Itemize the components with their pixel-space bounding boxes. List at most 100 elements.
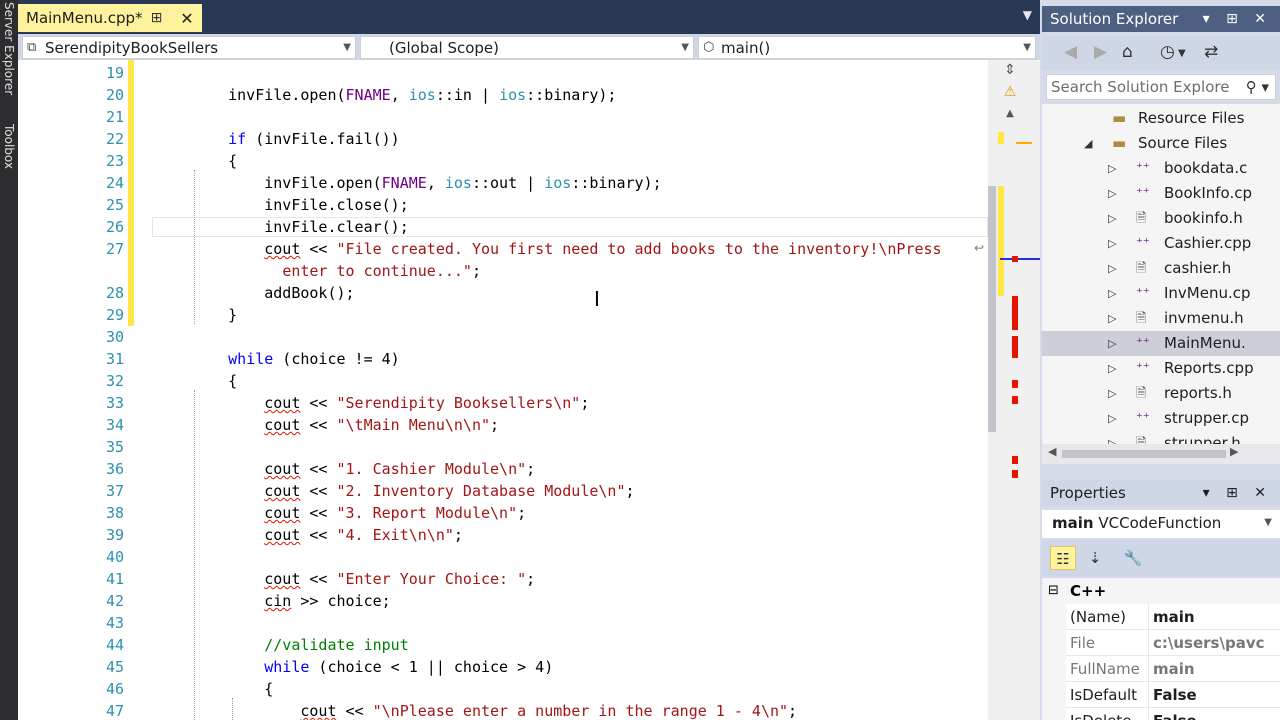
code-line[interactable]: 39 cout << "4. Exit\n\n"; — [18, 524, 988, 546]
switch-views-icon[interactable]: ⇄ — [1204, 42, 1218, 62]
tree-item[interactable]: ▷ ⁺⁺ BookInfo.cp — [1042, 181, 1280, 206]
expand-icon[interactable]: ▷ — [1108, 431, 1116, 444]
property-grid[interactable]: ⊟ C++ (Name) main File c:\users\pavc FullNam… — [1042, 578, 1280, 720]
collapse-icon[interactable]: ⊟ — [1048, 578, 1059, 604]
expand-icon[interactable]: ▷ — [1108, 256, 1116, 281]
forward-icon[interactable]: ▶ — [1094, 42, 1107, 62]
back-icon[interactable]: ◀ — [1064, 42, 1077, 62]
property-value[interactable]: False — [1148, 708, 1278, 720]
solution-tree[interactable]: ▬ Resource Files ◢ ▬ Source Files ▷ ⁺⁺ bookdata… — [1042, 104, 1280, 444]
code-line[interactable]: 29 } — [18, 304, 988, 326]
property-pages-icon[interactable]: 🔧 — [1120, 546, 1146, 570]
collapse-icon[interactable]: ◢ — [1084, 131, 1092, 156]
editor-vertical-scrollbar[interactable]: ⇕ ⚠ ▲ — [988, 60, 1040, 720]
tree-item[interactable]: ▬ Resource Files — [1042, 106, 1280, 131]
code-line[interactable]: 32 { — [18, 370, 988, 392]
code-line[interactable]: 41 cout << "Enter Your Choice: "; — [18, 568, 988, 590]
expand-icon[interactable]: ▷ — [1108, 331, 1116, 356]
scroll-thumb[interactable] — [988, 186, 996, 432]
code-line[interactable]: 46 { — [18, 678, 988, 700]
code-line[interactable]: enter to continue..."; — [18, 260, 988, 282]
property-value[interactable]: c:\users\pavc — [1148, 630, 1278, 656]
code-editor[interactable]: 19 20 invFile.open(FNAME, ios::in | ios::… — [18, 60, 988, 720]
expand-icon[interactable]: ▷ — [1108, 381, 1116, 406]
expand-icon[interactable]: ▷ — [1108, 281, 1116, 306]
code-line[interactable]: 21 — [18, 106, 988, 128]
property-row[interactable]: (Name) main — [1066, 604, 1280, 630]
expand-icon[interactable]: ▷ — [1108, 156, 1116, 181]
tree-item[interactable]: ▷ ⁺⁺ MainMenu. — [1042, 331, 1280, 356]
code-line[interactable]: 47 cout << "\nPlease enter a number in t… — [18, 700, 988, 720]
code-line[interactable]: 19 — [18, 62, 988, 84]
scope-dropdown[interactable]: (Global Scope) ▼ — [360, 36, 694, 59]
code-line[interactable]: 34 cout << "\tMain Menu\n\n"; — [18, 414, 988, 436]
properties-object-selector[interactable]: main VCCodeFunction ▼ — [1042, 510, 1280, 538]
toolbox-tab[interactable]: Toolbox — [2, 124, 16, 169]
tree-item[interactable]: ▷ 🗎 cashier.h — [1042, 256, 1280, 281]
property-row[interactable]: IsDefault False — [1066, 682, 1280, 708]
expand-icon[interactable]: ▷ — [1108, 231, 1116, 256]
property-row[interactable]: File c:\users\pavc — [1066, 630, 1280, 656]
property-value[interactable]: False — [1148, 682, 1278, 708]
code-line[interactable]: 25 invFile.close(); — [18, 194, 988, 216]
tab-mainmenu-cpp[interactable]: MainMenu.cpp* ⊞ ✕ — [18, 4, 202, 32]
expand-icon[interactable]: ▷ — [1108, 181, 1116, 206]
scroll-right-icon[interactable]: ▶ — [1230, 445, 1238, 458]
code-line[interactable]: 31 while (choice != 4) — [18, 348, 988, 370]
code-line[interactable]: 28 addBook(); — [18, 282, 988, 304]
code-line[interactable]: 35 — [18, 436, 988, 458]
split-icon[interactable]: ⇕ — [992, 62, 1028, 84]
server-explorer-tab[interactable]: Server Explorer — [2, 2, 16, 95]
tab-overflow-icon[interactable]: ▼ — [1023, 8, 1032, 22]
alphabetical-icon[interactable]: ⇣ — [1082, 546, 1108, 570]
tree-item[interactable]: ▷ ⁺⁺ InvMenu.cp — [1042, 281, 1280, 306]
code-line[interactable]: 40 — [18, 546, 988, 568]
tree-item[interactable]: ▷ 🗎 strupper.h — [1042, 431, 1280, 444]
tree-item[interactable]: ▷ ⁺⁺ Cashier.cpp — [1042, 231, 1280, 256]
window-controls[interactable]: ▾ ⊞ ✕ — [1203, 6, 1272, 32]
expand-icon[interactable]: ▷ — [1108, 306, 1116, 331]
properties-title[interactable]: Properties ▾ ⊞ ✕ — [1042, 480, 1280, 506]
code-line[interactable]: 38 cout << "3. Report Module\n"; — [18, 502, 988, 524]
tree-item[interactable]: ▷ 🗎 bookinfo.h — [1042, 206, 1280, 231]
expand-icon[interactable]: ▷ — [1108, 356, 1116, 381]
member-dropdown[interactable]: ⬡ main() ▼ — [698, 36, 1036, 59]
search-icon[interactable]: ⚲ ▾ — [1246, 75, 1269, 99]
expand-icon[interactable]: ▷ — [1108, 206, 1116, 231]
property-value[interactable]: main — [1148, 604, 1278, 630]
code-line[interactable]: 22 if (invFile.fail()) — [18, 128, 988, 150]
home-icon[interactable]: ⌂ — [1122, 42, 1133, 62]
project-dropdown[interactable]: ⧉ SerendipityBookSellers ▼ — [22, 36, 356, 59]
code-line[interactable]: 26 invFile.clear(); — [18, 216, 988, 238]
chevron-down-icon[interactable]: ▼ — [1178, 48, 1186, 59]
categorized-icon[interactable]: ☷ — [1050, 546, 1076, 570]
scroll-left-icon[interactable]: ◀ — [1048, 445, 1056, 458]
window-controls[interactable]: ▾ ⊞ ✕ — [1203, 480, 1272, 506]
code-line[interactable]: 24 invFile.open(FNAME, ios::out | ios::b… — [18, 172, 988, 194]
scroll-up-icon[interactable]: ▲ — [992, 108, 1028, 130]
code-line[interactable]: 45 while (choice < 1 || choice > 4) — [18, 656, 988, 678]
code-line[interactable]: 20 invFile.open(FNAME, ios::in | ios::bi… — [18, 84, 988, 106]
solution-explorer-title[interactable]: Solution Explorer ▾ ⊞ ✕ — [1042, 6, 1280, 32]
expand-icon[interactable]: ▷ — [1108, 406, 1116, 431]
code-line[interactable]: 30 — [18, 326, 988, 348]
tree-item[interactable]: ▷ 🗎 invmenu.h — [1042, 306, 1280, 331]
code-line[interactable]: 44 //validate input — [18, 634, 988, 656]
tree-item[interactable]: ◢ ▬ Source Files — [1042, 131, 1280, 156]
pin-icon[interactable]: ⊞ — [151, 10, 163, 26]
property-row[interactable]: IsDelete False — [1066, 708, 1280, 720]
code-line[interactable]: 36 cout << "1. Cashier Module\n"; — [18, 458, 988, 480]
solution-search-input[interactable]: Search Solution Explore ⚲ ▾ — [1046, 74, 1276, 100]
tree-item[interactable]: ▷ 🗎 reports.h — [1042, 381, 1280, 406]
sync-history-icon[interactable]: ◷ — [1160, 42, 1175, 62]
code-line[interactable]: 23 { — [18, 150, 988, 172]
code-line[interactable]: 27 cout << "File created. You first need… — [18, 238, 988, 260]
code-line[interactable]: 43 — [18, 612, 988, 634]
tree-item[interactable]: ▷ ⁺⁺ Reports.cpp — [1042, 356, 1280, 381]
code-line[interactable]: 42 cin >> choice; — [18, 590, 988, 612]
warning-icon[interactable]: ⚠ — [992, 84, 1028, 106]
property-category[interactable]: ⊟ C++ — [1042, 578, 1280, 604]
code-line[interactable]: 33 cout << "Serendipity Booksellers\n"; — [18, 392, 988, 414]
solution-horizontal-scrollbar[interactable]: ◀ ▶ — [1042, 444, 1280, 464]
close-icon[interactable]: ✕ — [174, 9, 200, 28]
